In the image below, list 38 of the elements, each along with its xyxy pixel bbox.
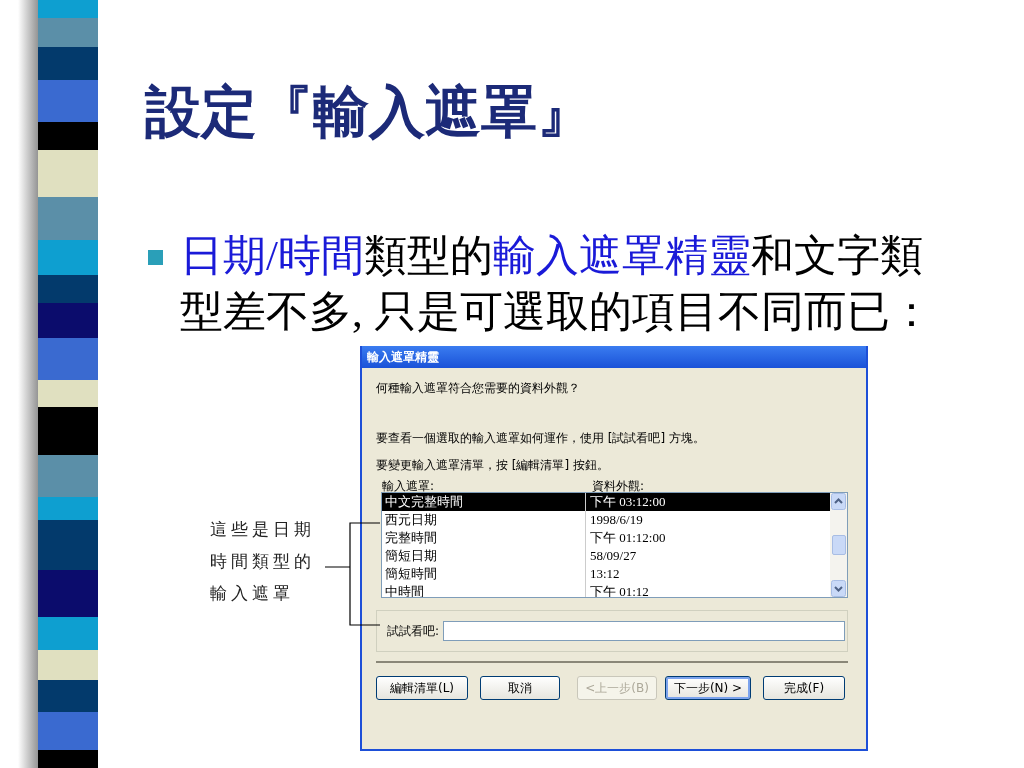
table-cell-text: 1998/6/19 bbox=[589, 512, 643, 528]
bullet-text: 日期/時間類型的輸入遮罩精靈和文字類 型差不多, 只是可選取的項目不同而已： bbox=[180, 231, 933, 337]
bullet-icon bbox=[148, 250, 163, 265]
table-cell: 簡短時間 bbox=[382, 565, 586, 583]
scroll-thumb[interactable] bbox=[831, 535, 846, 555]
instruction-text: 要查看一個選取的輸入遮罩如何運作，使用 [試試看吧] 方塊。 bbox=[376, 430, 706, 446]
table-cell: 中時間 bbox=[382, 583, 586, 597]
field-label: 試試看吧: bbox=[387, 622, 440, 640]
slide-title: 設定『輸入遮罩』 bbox=[145, 80, 594, 145]
table-cell: 簡短日期 bbox=[382, 547, 586, 565]
column-header: 資料外觀: bbox=[592, 478, 645, 492]
dialog-button[interactable]: 編輯清單(L) bbox=[376, 676, 468, 700]
dialog-button[interactable]: 下一步(N) > bbox=[665, 676, 751, 700]
scroll-up-icon[interactable] bbox=[831, 493, 846, 510]
scroll-down-icon[interactable] bbox=[831, 580, 846, 597]
table-cell: 中文完整時間 bbox=[382, 493, 586, 511]
table-cell-text: 下午 01:12 bbox=[589, 583, 649, 597]
annotation-text: 這些是日期 時間類型的 輸入遮罩 bbox=[210, 519, 316, 605]
table-cell: 西元日期 bbox=[382, 511, 586, 529]
list-row[interactable]: 中時間 下午 01:12 bbox=[382, 583, 830, 597]
input-field[interactable] bbox=[443, 621, 845, 641]
dialog-button[interactable]: 完成(F) bbox=[763, 676, 845, 700]
dialog-button[interactable]: 取消 bbox=[480, 676, 560, 700]
scrollbar[interactable] bbox=[830, 493, 847, 597]
list-row[interactable]: 完整時間 下午 01:12:00 bbox=[382, 529, 830, 547]
table-cell-text: 下午 03:12:00 bbox=[589, 493, 666, 511]
table-cell-text: 58/09/27 bbox=[589, 548, 637, 564]
list-row[interactable]: 簡短時間 13:12 bbox=[382, 565, 830, 583]
list-row[interactable]: 中文完整時間 下午 03:12:00 bbox=[382, 493, 830, 511]
question-text: 何種輸入遮罩符合您需要的資料外觀？ bbox=[376, 380, 581, 396]
list-row[interactable]: 簡短日期 58/09/27 bbox=[382, 547, 830, 565]
table-cell: 完整時間 bbox=[382, 529, 586, 547]
table-cell-text: 13:12 bbox=[589, 566, 620, 582]
list-row[interactable]: 西元日期 1998/6/19 bbox=[382, 511, 830, 529]
dialog-title: 輸入遮罩精靈 bbox=[367, 348, 439, 366]
table-cell-text: 下午 01:12:00 bbox=[589, 529, 666, 547]
instruction-text: 要變更輸入遮罩清單，按 [編輯清單] 按鈕。 bbox=[376, 457, 610, 473]
column-header: 輸入遮罩: bbox=[382, 478, 436, 492]
